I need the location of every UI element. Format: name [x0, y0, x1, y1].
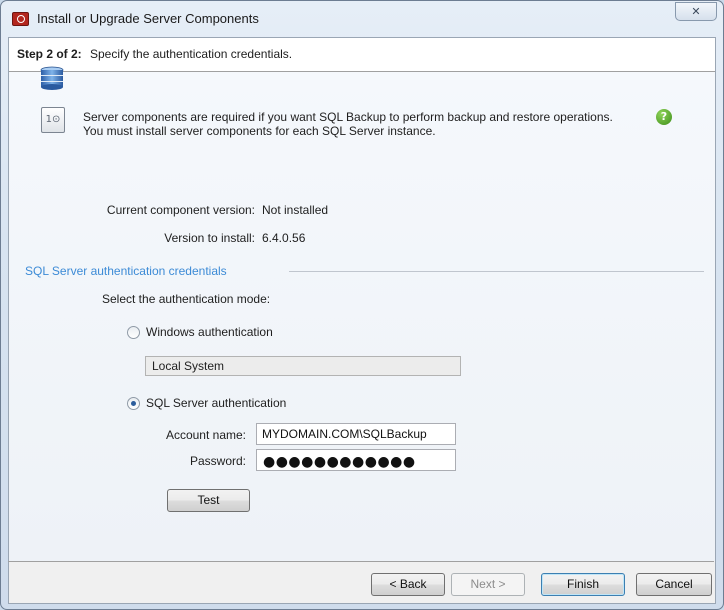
credentials-group-title: SQL Server authentication credentials: [25, 264, 227, 278]
account-name-label: Account name:: [165, 428, 246, 442]
install-version-label: Version to install:: [164, 231, 255, 245]
close-button[interactable]: ✕: [675, 2, 717, 21]
account-name-input[interactable]: [256, 423, 456, 445]
footer-divider: [8, 561, 714, 562]
step-number: Step 2 of 2:: [17, 47, 82, 61]
group-divider: [289, 271, 704, 272]
step-header: Step 2 of 2: Specify the authentication …: [9, 38, 715, 72]
windows-auth-label[interactable]: Windows authentication: [146, 325, 273, 339]
sql-auth-radio[interactable]: [127, 397, 140, 410]
current-version-label: Current component version:: [106, 203, 255, 217]
test-button[interactable]: Test: [167, 489, 250, 512]
server-component-icon: 1⊙: [41, 107, 65, 133]
password-label: Password:: [189, 454, 246, 468]
auth-mode-prompt: Select the authentication mode:: [102, 292, 271, 306]
info-message: Server components are required if you wa…: [83, 110, 643, 138]
windows-auth-radio[interactable]: [127, 326, 140, 339]
app-icon: [12, 12, 29, 26]
info-line-2: You must install server components for e…: [83, 124, 436, 138]
sql-auth-label[interactable]: SQL Server authentication: [146, 396, 286, 410]
next-button[interactable]: Next >: [451, 573, 525, 596]
content-panel: [9, 72, 715, 561]
step-description: Specify the authentication credentials.: [90, 47, 293, 61]
close-icon: ✕: [691, 5, 701, 18]
install-version-value: 6.4.0.56: [262, 231, 306, 245]
title-bar: Install or Upgrade Server Components ✕: [1, 1, 723, 35]
help-question-icon[interactable]: ?: [656, 109, 672, 125]
current-version-value: Not installed: [262, 203, 329, 217]
window-title: Install or Upgrade Server Components: [37, 11, 259, 26]
windows-account-field: Local System: [145, 356, 461, 376]
finish-button[interactable]: Finish: [541, 573, 625, 596]
info-line-1: Server components are required if you wa…: [83, 110, 613, 124]
password-mask: ●●●●●●●●●●●●: [263, 454, 416, 470]
database-stack-icon: [40, 66, 64, 90]
cancel-button[interactable]: Cancel: [636, 573, 712, 596]
back-button[interactable]: < Back: [371, 573, 445, 596]
